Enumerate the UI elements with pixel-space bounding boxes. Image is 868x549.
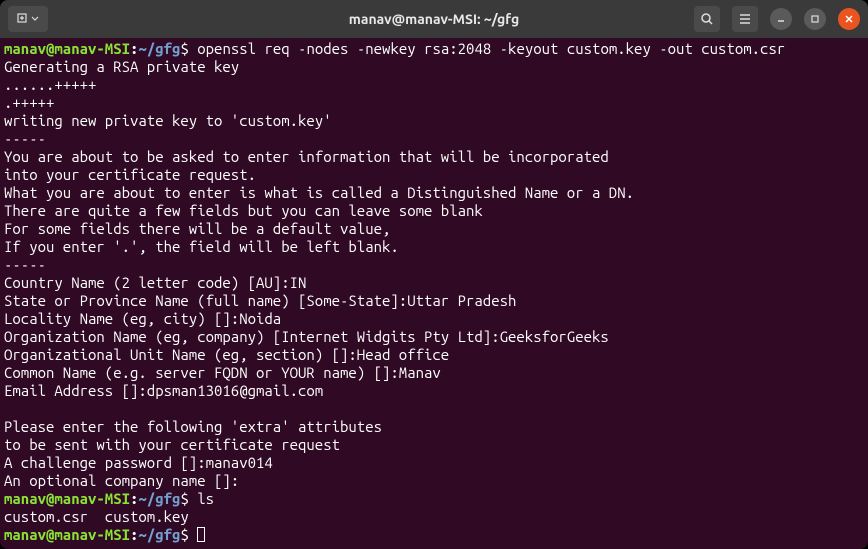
command-openssl: openssl req -nodes -newkey rsa:2048 -key… xyxy=(197,40,785,57)
output-line: ----- xyxy=(4,256,46,273)
close-icon xyxy=(844,14,854,24)
output-line: Organizational Unit Name (eg, section) [… xyxy=(4,346,449,363)
output-line: You are about to be asked to enter infor… xyxy=(4,148,609,165)
search-button[interactable] xyxy=(694,6,720,32)
prompt-path: ~/gfg xyxy=(138,526,180,543)
new-tab-icon xyxy=(17,13,29,25)
titlebar-right xyxy=(694,6,860,32)
output-line: Generating a RSA private key xyxy=(4,58,239,75)
output-line: Locality Name (eg, city) []:Noida xyxy=(4,310,281,327)
output-line: Country Name (2 letter code) [AU]:IN xyxy=(4,274,306,291)
prompt-symbol: $ xyxy=(180,526,188,543)
output-line: writing new private key to 'custom.key' xyxy=(4,112,332,129)
menu-button[interactable] xyxy=(732,6,758,32)
output-line: custom.csr custom.key xyxy=(4,508,189,525)
output-line: State or Province Name (full name) [Some… xyxy=(4,292,516,309)
maximize-button[interactable] xyxy=(804,8,826,30)
prompt-symbol: $ xyxy=(180,40,188,57)
output-line: ----- xyxy=(4,130,46,147)
search-icon xyxy=(700,12,714,26)
terminal-window: manav@manav-MSI: ~/gfg manav@manav-MSI:~… xyxy=(0,0,868,549)
output-line: Organization Name (eg, company) [Interne… xyxy=(4,328,609,345)
window-title: manav@manav-MSI: ~/gfg xyxy=(349,11,519,27)
output-line: Please enter the following 'extra' attri… xyxy=(4,418,382,435)
minimize-button[interactable] xyxy=(770,8,792,30)
output-line: Common Name (e.g. server FQDN or YOUR na… xyxy=(4,364,441,381)
prompt-user: manav@manav-MSI xyxy=(4,526,130,543)
output-line: .+++++ xyxy=(4,94,54,111)
prompt-user: manav@manav-MSI xyxy=(4,40,130,57)
prompt-symbol: $ xyxy=(180,490,188,507)
minimize-icon xyxy=(776,14,786,24)
output-line: A challenge password []:manav014 xyxy=(4,454,273,471)
titlebar: manav@manav-MSI: ~/gfg xyxy=(0,0,868,38)
hamburger-icon xyxy=(738,12,752,26)
cursor xyxy=(197,527,205,542)
chevron-down-icon xyxy=(31,15,39,23)
command-ls: ls xyxy=(197,490,214,507)
close-button[interactable] xyxy=(838,8,860,30)
output-line: What you are about to enter is what is c… xyxy=(4,184,634,201)
maximize-icon xyxy=(810,14,820,24)
output-line: Email Address []:dpsman13016@gmail.com xyxy=(4,382,323,399)
output-line: ......+++++ xyxy=(4,76,96,93)
output-line: into your certificate request. xyxy=(4,166,256,183)
terminal-content[interactable]: manav@manav-MSI:~/gfg$ openssl req -node… xyxy=(0,38,868,549)
output-line: If you enter '.', the field will be left… xyxy=(4,238,399,255)
output-line: There are quite a few fields but you can… xyxy=(4,202,483,219)
output-line: to be sent with your certificate request xyxy=(4,436,340,453)
prompt-path: ~/gfg xyxy=(138,490,180,507)
titlebar-left xyxy=(8,6,48,32)
output-line: An optional company name []: xyxy=(4,472,239,489)
prompt-user: manav@manav-MSI xyxy=(4,490,130,507)
prompt-path: ~/gfg xyxy=(138,40,180,57)
new-tab-button[interactable] xyxy=(8,6,48,32)
output-line: For some fields there will be a default … xyxy=(4,220,390,237)
